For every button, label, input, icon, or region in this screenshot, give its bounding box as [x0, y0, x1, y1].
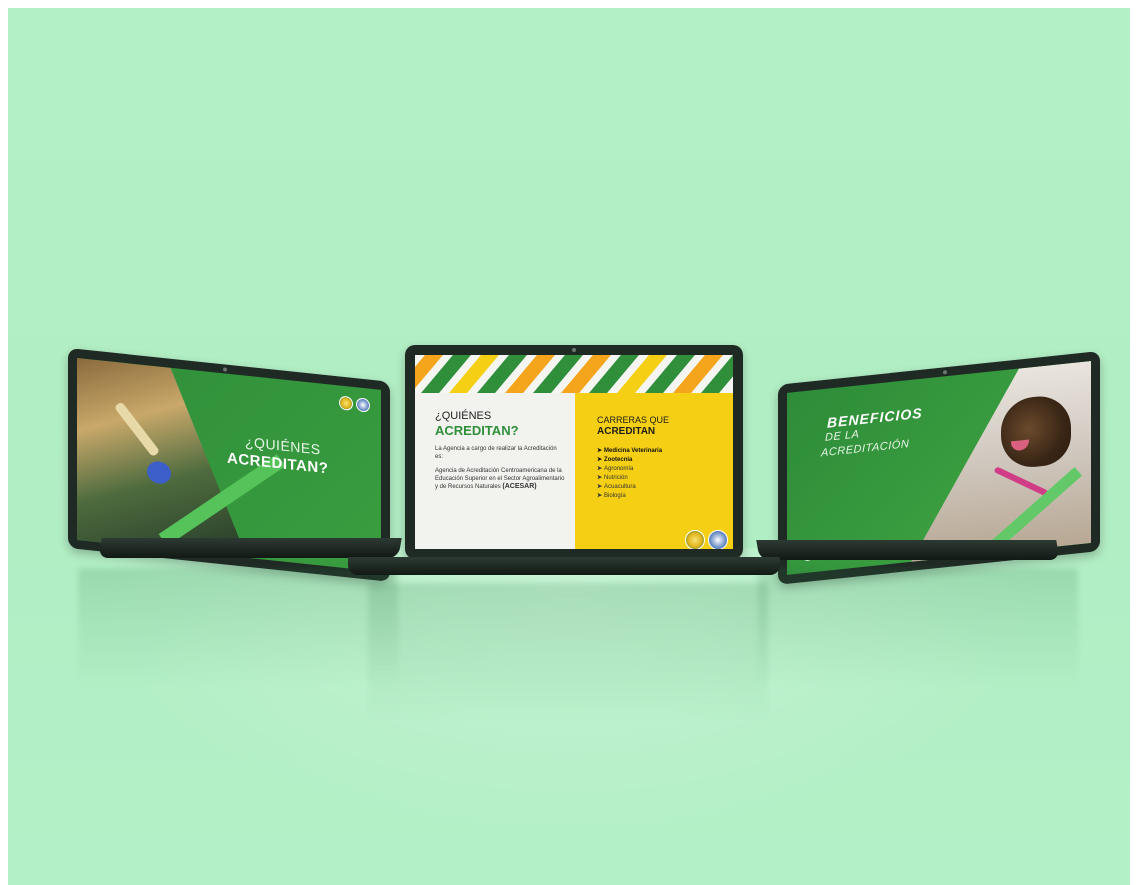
career-item: ➤ Zootecnia [597, 456, 662, 465]
mockup-scene: ¿QUIÉNES ACREDITAN? BENEFICIOS DE LA ACR… [8, 8, 1130, 885]
left-logos [339, 393, 373, 415]
chevron-right-icon: ➤ [597, 493, 603, 499]
career-label: Medicina Veterinaria [604, 448, 663, 454]
left-laptop-base [98, 538, 402, 558]
career-label: Nutrición [604, 475, 628, 481]
leash [994, 466, 1049, 496]
chevron-right-icon: ➤ [597, 448, 603, 454]
career-label: Acuacultura [604, 484, 636, 490]
career-item: ➤ Acuacultura [597, 483, 662, 492]
careers-list: ➤ Medicina Veterinaria ➤ Zootecnia ➤ Agronomí… [597, 447, 662, 501]
career-item: ➤ Agronomía [597, 465, 662, 474]
career-item: ➤ Medicina Veterinaria [597, 447, 662, 456]
dog-head [1001, 393, 1071, 470]
center-laptop-screen: ¿QUIÉNES ACREDITAN? La Agencia a cargo d… [415, 355, 733, 549]
center-reflection [368, 583, 768, 723]
careers-heading-line2: ACREDITAN [597, 426, 656, 437]
career-item: ➤ Biología [597, 492, 662, 501]
center-logos [685, 530, 731, 549]
lab-photo [77, 358, 247, 558]
faculty-logo-icon [708, 530, 728, 549]
faculty-logo-icon [356, 397, 370, 413]
left-reflection [78, 568, 398, 688]
agency-intro-text: La Agencia a cargo de realizar la Acredi… [435, 446, 557, 460]
right-laptop-camera [943, 370, 947, 375]
chevron-right-icon: ➤ [597, 484, 603, 490]
right-reflection [758, 568, 1078, 688]
center-laptop-camera [572, 348, 576, 352]
chevron-right-icon: ➤ [597, 466, 603, 472]
center-laptop-lid: ¿QUIÉNES ACREDITAN? La Agencia a cargo d… [405, 345, 743, 559]
center-laptop-base [348, 557, 780, 575]
university-logo-icon [339, 395, 353, 411]
test-tube [114, 401, 160, 457]
university-logo-icon [685, 530, 705, 549]
career-label: Zootecnia [604, 457, 633, 463]
center-heading-line2: ACREDITAN? [435, 423, 519, 438]
right-slide-title-line1: BENEFICIOS [827, 404, 923, 431]
right-slide-title-line2: DE LA [825, 428, 860, 444]
agency-name-prefix: Agencia de Acreditación Centroamericana … [435, 468, 565, 490]
agency-acronym: (ACESAR) [502, 483, 537, 490]
right-laptop-base [756, 540, 1060, 560]
career-label: Biología [604, 493, 626, 499]
left-laptop-camera [223, 367, 227, 372]
chevron-banner [415, 355, 733, 393]
agency-name-text: Agencia de Acreditación Centroamericana … [435, 467, 567, 491]
center-heading-line1: ¿QUIÉNES [435, 410, 492, 422]
career-item: ➤ Nutrición [597, 474, 662, 483]
careers-heading-line1: CARRERAS QUE [597, 415, 670, 425]
career-label: Agronomía [604, 466, 634, 472]
chevron-right-icon: ➤ [597, 475, 603, 481]
chevron-right-icon: ➤ [597, 457, 603, 463]
glove [147, 460, 171, 485]
